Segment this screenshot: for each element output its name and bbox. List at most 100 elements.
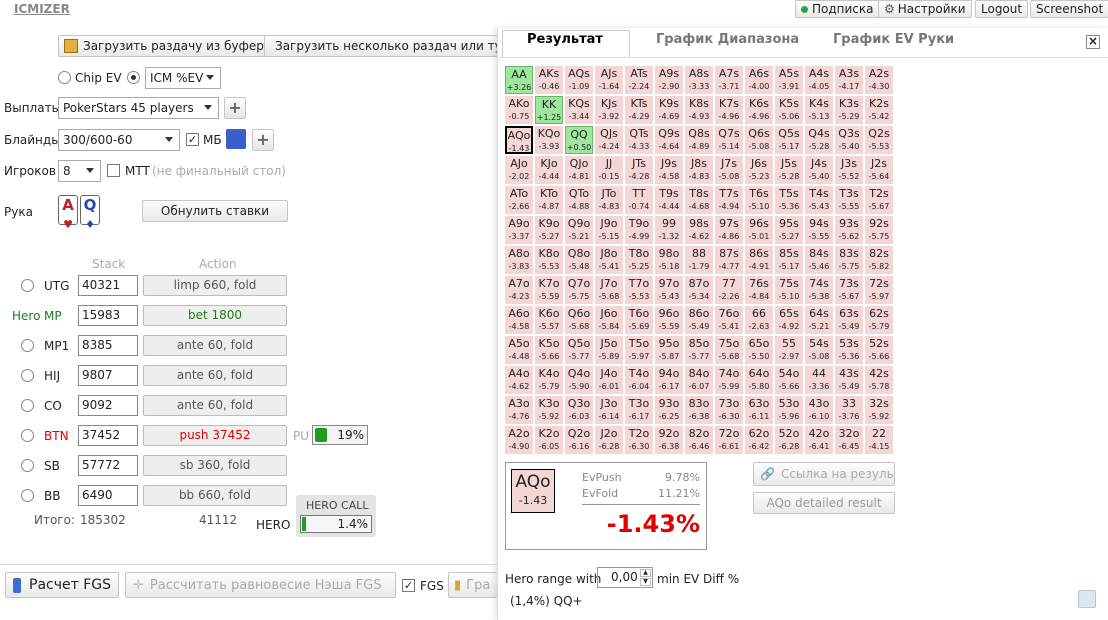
hand-cell[interactable]: J9s -4.58 <box>655 156 683 184</box>
hand-cell[interactable]: Q9o -5.21 <box>565 216 593 244</box>
hand-cell[interactable]: A9o -3.37 <box>505 216 533 244</box>
hand-cell[interactable]: 84s -5.46 <box>805 246 833 274</box>
hand-cell[interactable]: 98s -4.62 <box>685 216 713 244</box>
hand-cell[interactable]: A3o -4.76 <box>505 396 533 424</box>
hand-cell[interactable]: T7o -5.53 <box>625 276 653 304</box>
action-button[interactable]: push 37452 <box>143 425 287 446</box>
action-button[interactable]: ante 60, fold <box>143 335 287 356</box>
save-icon[interactable] <box>226 129 246 149</box>
subscription-button[interactable]: Подписка <box>795 0 880 18</box>
icm-ev-radio[interactable] <box>127 71 140 84</box>
hand-cell[interactable]: T3o -6.17 <box>625 396 653 424</box>
hand-cell[interactable]: KQo -3.93 <box>535 126 563 154</box>
action-button[interactable]: sb 360, fold <box>143 455 287 476</box>
hand-cell[interactable]: Q7o -5.75 <box>565 276 593 304</box>
hand-cell[interactable]: JTo -4.83 <box>595 186 623 214</box>
action-button[interactable]: limp 660, fold <box>143 275 287 296</box>
hand-cell[interactable]: J2o -6.28 <box>595 426 623 454</box>
tab-range-chart[interactable]: График Диапазона <box>656 32 799 47</box>
load-clipboard-button[interactable]: Загрузить раздачу из буфера <box>58 35 278 57</box>
hand-cell[interactable]: 22 -4.15 <box>865 426 893 454</box>
hand-cell[interactable]: K3s -5.29 <box>835 96 863 124</box>
hand-cell[interactable]: K7s -4.96 <box>715 96 743 124</box>
reset-bets-button[interactable]: Обнулить ставки <box>142 200 288 222</box>
hand-card-2[interactable]: Q ♦ <box>80 195 100 231</box>
hand-cell[interactable]: 83s -5.75 <box>835 246 863 274</box>
tab-ev-hand-chart[interactable]: График EV Руки <box>833 32 954 47</box>
hand-cell[interactable]: 64s -5.21 <box>805 306 833 334</box>
hand-cell[interactable]: QJs -4.24 <box>595 126 623 154</box>
stack-column-header[interactable]: Stack <box>92 257 125 271</box>
hand-cell[interactable]: 82o -6.46 <box>685 426 713 454</box>
graph-button[interactable]: ▮ Гра <box>448 572 497 598</box>
hand-cell[interactable]: J2s -5.64 <box>865 156 893 184</box>
hand-cell[interactable]: A2o -4.90 <box>505 426 533 454</box>
hand-cell[interactable]: KJo -4.44 <box>535 156 563 184</box>
hand-cell[interactable]: 73s -5.67 <box>835 276 863 304</box>
stack-input[interactable]: 9807 <box>78 365 138 386</box>
load-multiple-button[interactable]: Загрузить несколько раздач или тур <box>264 35 500 57</box>
hand-cell[interactable]: A7s -3.71 <box>715 66 743 94</box>
hand-cell[interactable]: 99 -1.32 <box>655 216 683 244</box>
hand-cell[interactable]: T8s -4.68 <box>685 186 713 214</box>
hand-cell[interactable]: AKo -0.75 <box>505 96 533 124</box>
position-radio-utg[interactable] <box>21 279 34 292</box>
hand-cell[interactable]: 93o -6.25 <box>655 396 683 424</box>
hand-cell[interactable]: QJo -4.81 <box>565 156 593 184</box>
position-radio-mp1[interactable] <box>21 339 34 352</box>
screenshot-button[interactable]: Screenshot <box>1030 0 1108 18</box>
position-radio-btn[interactable] <box>21 429 34 442</box>
hand-cell[interactable]: 92s -5.75 <box>865 216 893 244</box>
hand-cell[interactable]: 96o -5.59 <box>655 306 683 334</box>
hand-cell[interactable]: 82s -5.82 <box>865 246 893 274</box>
hand-cell[interactable]: A5o -4.48 <box>505 336 533 364</box>
hand-cell[interactable]: A2s -4.30 <box>865 66 893 94</box>
hand-cell[interactable]: 97s -4.86 <box>715 216 743 244</box>
document-icon[interactable] <box>1078 590 1096 608</box>
copy-link-button[interactable]: 🔗 Ссылка на результат <box>753 462 895 486</box>
hand-cell[interactable]: 43s -5.49 <box>835 366 863 394</box>
hand-cell[interactable]: AQo -1.43 <box>505 126 533 154</box>
hand-cell[interactable]: AKs -0.46 <box>535 66 563 94</box>
hand-cell[interactable]: Q8s -4.89 <box>685 126 713 154</box>
hand-cell[interactable]: 66 -2.63 <box>745 306 773 334</box>
nash-fgs-button[interactable]: ✛ Рассчитать равновесие Нэша FGS <box>125 572 396 598</box>
hand-cell[interactable]: 86o -5.49 <box>685 306 713 334</box>
hand-cell[interactable]: A5s -3.91 <box>775 66 803 94</box>
hand-cell[interactable]: 86s -4.91 <box>745 246 773 274</box>
hand-cell[interactable]: J9o -5.15 <box>595 216 623 244</box>
hand-cell[interactable]: 76s -4.84 <box>745 276 773 304</box>
hand-cell[interactable]: 74s -5.38 <box>805 276 833 304</box>
hand-cell[interactable]: J7o -5.68 <box>595 276 623 304</box>
position-radio-sb[interactable] <box>21 459 34 472</box>
hand-cell[interactable]: 62s -5.79 <box>865 306 893 334</box>
hand-cell[interactable]: J4o -6.01 <box>595 366 623 394</box>
hand-cell[interactable]: 94s -5.55 <box>805 216 833 244</box>
hand-cell[interactable]: T4s -5.43 <box>805 186 833 214</box>
min-ev-diff-input[interactable]: 0,00 ▲ ▼ <box>597 567 653 588</box>
players-select[interactable]: 8 <box>58 160 101 182</box>
position-radio-co[interactable] <box>21 399 34 412</box>
action-button[interactable]: bet 1800 <box>143 305 287 326</box>
hand-cell[interactable]: J3s -5.52 <box>835 156 863 184</box>
stack-input[interactable]: 8385 <box>78 335 138 356</box>
hand-cell[interactable]: 87s -4.77 <box>715 246 743 274</box>
hand-cell[interactable]: 52o -6.28 <box>775 426 803 454</box>
hand-cell[interactable]: Q3s -5.40 <box>835 126 863 154</box>
tab-result[interactable]: Результат <box>527 32 603 47</box>
hand-cell[interactable]: T7s -4.94 <box>715 186 743 214</box>
hand-cell[interactable]: 75o -5.68 <box>715 336 743 364</box>
hand-cell[interactable]: 77 -2.26 <box>715 276 743 304</box>
hand-cell[interactable]: Q5s -5.17 <box>775 126 803 154</box>
hand-cell[interactable]: K5o -5.66 <box>535 336 563 364</box>
hand-cell[interactable]: QTo -4.88 <box>565 186 593 214</box>
hand-cell[interactable]: AA +3.26 <box>505 66 533 94</box>
hand-cell[interactable]: 54o -5.66 <box>775 366 803 394</box>
hand-cell[interactable]: T5s -5.36 <box>775 186 803 214</box>
hand-cell[interactable]: A8s -3.33 <box>685 66 713 94</box>
hand-cell[interactable]: 95o -5.87 <box>655 336 683 364</box>
hand-cell[interactable]: J6s -5.23 <box>745 156 773 184</box>
hand-cell[interactable]: Q5o -5.77 <box>565 336 593 364</box>
hand-cell[interactable]: A8o -3.83 <box>505 246 533 274</box>
hand-cell[interactable]: T2s -5.67 <box>865 186 893 214</box>
